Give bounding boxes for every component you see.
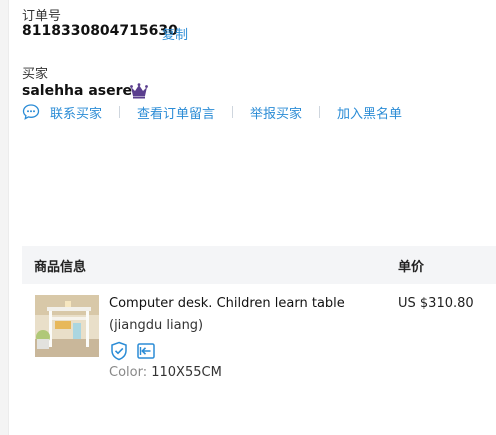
sku-value: 110X55CM <box>151 365 222 380</box>
divider <box>119 106 121 118</box>
view-order-messages-link[interactable]: 查看订单留言 <box>137 103 215 122</box>
order-number-value: 8118330804715630 <box>22 23 178 39</box>
unit-price: US $310.80 <box>398 296 474 311</box>
chat-bubble-icon[interactable] <box>22 103 40 121</box>
shield-check-icon <box>109 341 129 361</box>
product-shop-name: (jiangdu liang) <box>109 318 204 333</box>
divider <box>319 106 321 118</box>
product-title[interactable]: Computer desk. Children learn table <box>109 296 345 311</box>
buyer-label: 买家 <box>22 67 49 82</box>
sku-key: Color: <box>109 365 148 380</box>
product-row: Computer desk. Children learn table (jia… <box>22 284 496 394</box>
report-buyer-link[interactable]: 举报买家 <box>250 103 302 122</box>
crown-icon <box>130 83 148 99</box>
product-sku: Color: 110X55CM <box>109 365 222 380</box>
divider <box>232 106 234 118</box>
column-header-product: 商品信息 <box>34 259 87 275</box>
order-number-label: 订单号 <box>22 9 62 24</box>
contact-buyer-link[interactable]: 联系买家 <box>50 103 102 122</box>
copy-order-number-link[interactable]: 复制 <box>162 24 188 43</box>
return-arrow-icon <box>136 341 156 361</box>
buyer-actions: 联系买家 查看订单留言 举报买家 加入黑名单 <box>22 101 402 123</box>
column-header-unit-price: 单价 <box>398 259 425 275</box>
product-thumbnail[interactable] <box>35 295 99 357</box>
add-to-blacklist-link[interactable]: 加入黑名单 <box>337 103 402 122</box>
buyer-name: salehha asere <box>22 83 133 99</box>
left-panel-edge <box>0 0 9 435</box>
product-table-header: 商品信息 单价 <box>22 246 496 284</box>
